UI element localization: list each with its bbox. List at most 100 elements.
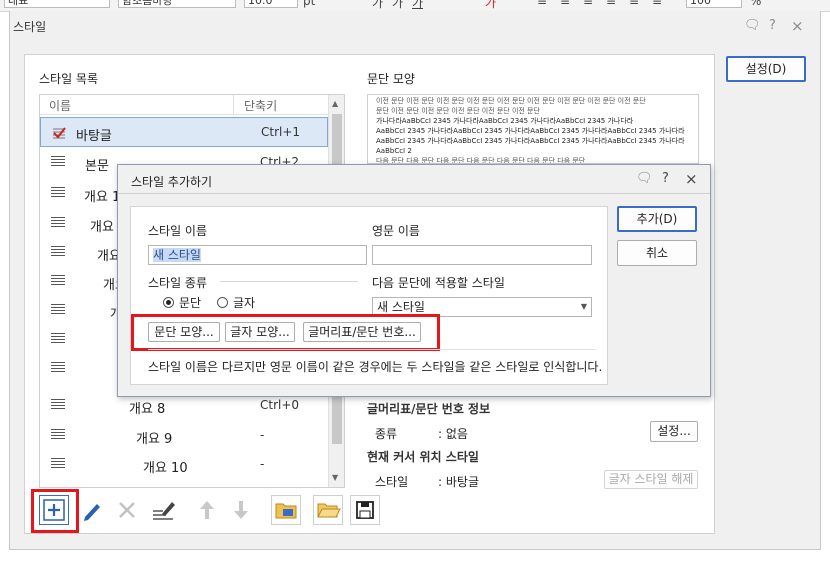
preview-line: 가나다라AaBbCcI 2345 가나다라AaBbCcI 2345 가나다라Aa… [376,117,634,125]
align-center-icon[interactable]: ≡ [583,0,593,8]
edit-style-button[interactable] [77,495,107,525]
font-size-combo[interactable]: 10.0 [244,0,298,8]
paragraph-style-icon [51,399,65,413]
pencil-icon [84,504,100,521]
paragraph-style-icon [51,429,65,443]
header-shortcut[interactable]: 단축키 [244,97,277,114]
style-list-row[interactable]: 개요 9 - [40,421,328,451]
italic-icon[interactable]: 가 [392,0,403,11]
align-right-icon[interactable]: ≡ [606,0,616,8]
distribute-icon[interactable]: ≡ [629,0,639,8]
cursor-style-value: : 바탕글 [438,475,479,489]
underline-icon[interactable]: 가 [412,0,423,11]
preview-line: 이전 문단 이전 문단 이전 문단 이전 문단 이전 문단 이전 문단 이전 문… [376,97,646,105]
settings-button[interactable]: 설정(D) [726,56,806,82]
next-style-value: 새 스타일 [377,300,425,314]
preview-line: 다음 문단 다음 문단 다음 문단 다음 문단 다음 문단 다음 문단 다음 문… [376,157,586,164]
add-dialog-menu-icon[interactable]: 🗨 [636,171,653,186]
note-divider [148,349,595,350]
delete-icon [119,502,135,518]
save-style-button[interactable] [350,495,380,525]
chevron-down-icon: ▼ [580,302,587,311]
preview-line: AaBbCcI 2345 가나다라AaBbCcI 2345 가나다라AaBbCc… [376,127,685,135]
folder-open-icon [317,503,341,518]
numbering-section-title: 글머리표/문단 번호 정보 [367,402,491,416]
next-style-label: 다음 문단에 적용할 스타일 [372,276,505,290]
import-style-button[interactable] [271,495,301,525]
delete-style-button[interactable] [112,495,142,525]
bold-icon[interactable]: 가 [372,0,383,11]
style-shortcut: Ctrl+0 [260,398,300,412]
title-divider [118,193,710,194]
align-justify-icon[interactable]: ≡ [537,0,547,8]
kind-group-line [220,281,358,282]
font-combo[interactable]: 함초롬바탕 [118,0,236,8]
style-name-label: 스타일 이름 [148,224,208,238]
radio-paragraph[interactable] [163,297,174,308]
paragraph-style-icon [51,333,65,347]
style-combo[interactable]: 대표 [4,0,110,8]
paragraph-style-icon [51,156,65,170]
paragraph-style-icon [51,187,65,201]
save-icon [356,501,374,519]
radio-paragraph-label: 문단 [179,296,202,310]
divide-icon[interactable]: ≡ [652,0,662,8]
paragraph-style-icon [51,217,65,231]
radio-char-label: 글자 [233,296,256,310]
cursor-section-title: 현재 커서 위치 스타일 [367,450,479,464]
font-color-icon[interactable]: 가 [485,0,496,11]
style-shortcut: - [260,428,265,442]
style-name: 개요 10 [143,461,188,476]
zoom-combo[interactable]: 100 [686,0,742,8]
cursor-style-label: 스타일 [375,475,409,489]
header-name[interactable]: 이름 [49,97,71,114]
style-name-value: 새 스타일 [153,248,201,262]
font-size-unit: pt [303,0,316,8]
english-name-label: 영문 이름 [372,224,420,238]
dialog-menu-icon[interactable]: 🗨 [744,18,761,33]
align-left-icon[interactable]: ≡ [560,0,570,8]
style-check-icon [52,126,66,140]
preview-line: 문단 이전 문단 이전 문단 이전 문단 이전 문단 이전 문단 [376,107,540,115]
style-name-input[interactable]: 새 스타일 [148,245,367,265]
kind-label: 종류 [375,427,398,441]
arrow-down-icon [234,501,248,519]
buttons-highlight [131,314,440,351]
style-name: 바탕글 [76,129,112,144]
paragraph-style-icon [51,275,65,289]
dialog-help-icon[interactable]: ? [769,18,776,33]
kind-value: : 없음 [438,427,468,441]
edit-shape-button[interactable] [148,495,178,525]
radio-char[interactable] [217,297,228,308]
clear-char-style-button[interactable]: 글자 스타일 해제 [604,470,698,489]
dialog-title: 스타일 [13,20,47,34]
style-list-row[interactable]: 바탕글 Ctrl+1 [40,117,328,147]
open-style-button[interactable] [313,495,343,525]
paragraph-preview: 이전 문단 이전 문단 이전 문단 이전 문단 이전 문단 이전 문단 이전 문… [367,94,699,164]
preview-line: AaBbCcI 2345 가나다라AaBbCcI 2345 가나다라AaBbCc… [376,137,685,145]
list-header: 이름 단축키 [40,95,328,115]
add-dialog-title: 스타일 추가하기 [131,175,213,189]
add-dialog-close-icon[interactable]: × [685,170,698,188]
preview-title: 문단 모양 [367,72,415,86]
scroll-up-icon[interactable]: ▲ [332,99,338,108]
move-up-button[interactable] [192,495,222,525]
add-dialog-body: 스타일 이름 새 스타일 영문 이름 스타일 종류 문단 글자 다음 문단에 적… [130,206,608,385]
style-list-row[interactable]: 개요 10 - [40,450,328,480]
style-shortcut: Ctrl+1 [261,125,301,139]
cancel-button[interactable]: 취소 [617,240,697,266]
add-dialog-help-icon[interactable]: ? [662,171,669,186]
style-name: 개요 9 [136,432,173,447]
move-down-button[interactable] [226,495,256,525]
style-note: 스타일 이름은 다르지만 영문 이름이 같은 경우에는 두 스타일을 같은 스타… [148,360,603,374]
style-name: 개요 8 [129,402,166,417]
style-list-row[interactable] [40,480,328,487]
add-button[interactable]: 추가(D) [617,206,697,232]
paragraph-style-icon [51,458,65,472]
style-name: 본문 [85,159,109,174]
dialog-close-icon[interactable]: × [791,17,804,35]
add-button-highlight [31,489,79,533]
english-name-input[interactable] [372,245,592,265]
scroll-down-icon[interactable]: ▼ [332,473,338,482]
numbering-settings-button[interactable]: 설정... [650,421,698,442]
